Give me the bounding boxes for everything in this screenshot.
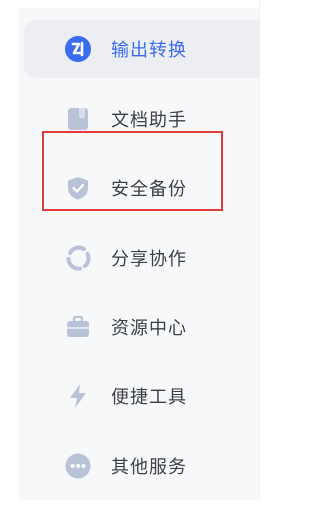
share-icon [64,244,92,272]
sidebar-item-label: 分享协作 [111,249,187,270]
document-icon [64,105,92,133]
sidebar-item-secure-backup[interactable]: 安全备份 [24,159,259,217]
app-sidebar-frame: 输出转换 文档助手 安全备份 分享协作 资源中心 便捷工具 其他服务 [0,0,260,510]
sidebar-item-label: 输出转换 [111,40,187,61]
sidebar-item-label: 文档助手 [111,110,187,131]
shield-icon [64,174,92,202]
sidebar-item-label: 便捷工具 [111,387,187,408]
more-icon [64,452,92,480]
sidebar-item-share-collab[interactable]: 分享协作 [24,229,259,287]
sidebar-item-label: 资源中心 [111,318,187,339]
briefcase-icon [64,313,92,341]
convert-icon [64,35,92,63]
sidebar-item-label: 其他服务 [111,457,187,478]
sidebar-item-other-services[interactable]: 其他服务 [24,437,259,495]
sidebar-item-quick-tools[interactable]: 便捷工具 [24,367,259,425]
sidebar-top-strip [18,0,259,8]
lightning-icon [64,382,92,410]
sidebar-item-doc-assistant[interactable]: 文档助手 [24,90,259,148]
sidebar-item-output-convert[interactable]: 输出转换 [24,20,259,78]
sidebar-item-resource-center[interactable]: 资源中心 [24,298,259,356]
sidebar-item-label: 安全备份 [111,179,187,200]
